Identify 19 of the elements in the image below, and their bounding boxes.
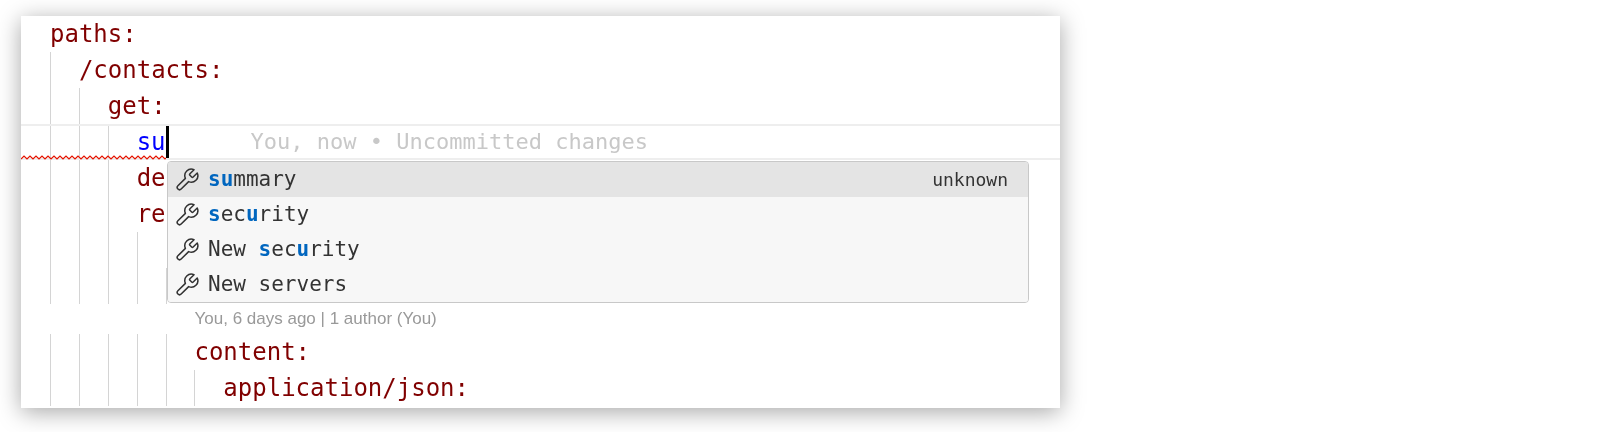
- text-cursor: [165, 126, 169, 158]
- suggestion-label: summary: [208, 165, 297, 193]
- code-text: su: [136, 127, 166, 158]
- wrench-icon: [174, 166, 200, 193]
- suggestion-label: New servers: [208, 270, 348, 298]
- code-text: de: [136, 163, 166, 194]
- code-text: re: [136, 199, 166, 230]
- code-text: content:: [194, 337, 311, 368]
- wrench-icon: [174, 271, 200, 298]
- code-text: paths:: [50, 19, 137, 50]
- code-text: application/json:: [223, 373, 469, 404]
- code-text: /contacts:: [78, 55, 224, 86]
- suggestion-label: New security: [208, 235, 360, 263]
- suggestion-detail: unknown: [932, 168, 1008, 192]
- suggestion-label: security: [208, 200, 310, 228]
- suggestion-item[interactable]: summary unknown: [168, 162, 1028, 197]
- code-text: get:: [107, 91, 166, 122]
- wrench-icon: [174, 201, 200, 228]
- wrench-icon: [174, 236, 200, 263]
